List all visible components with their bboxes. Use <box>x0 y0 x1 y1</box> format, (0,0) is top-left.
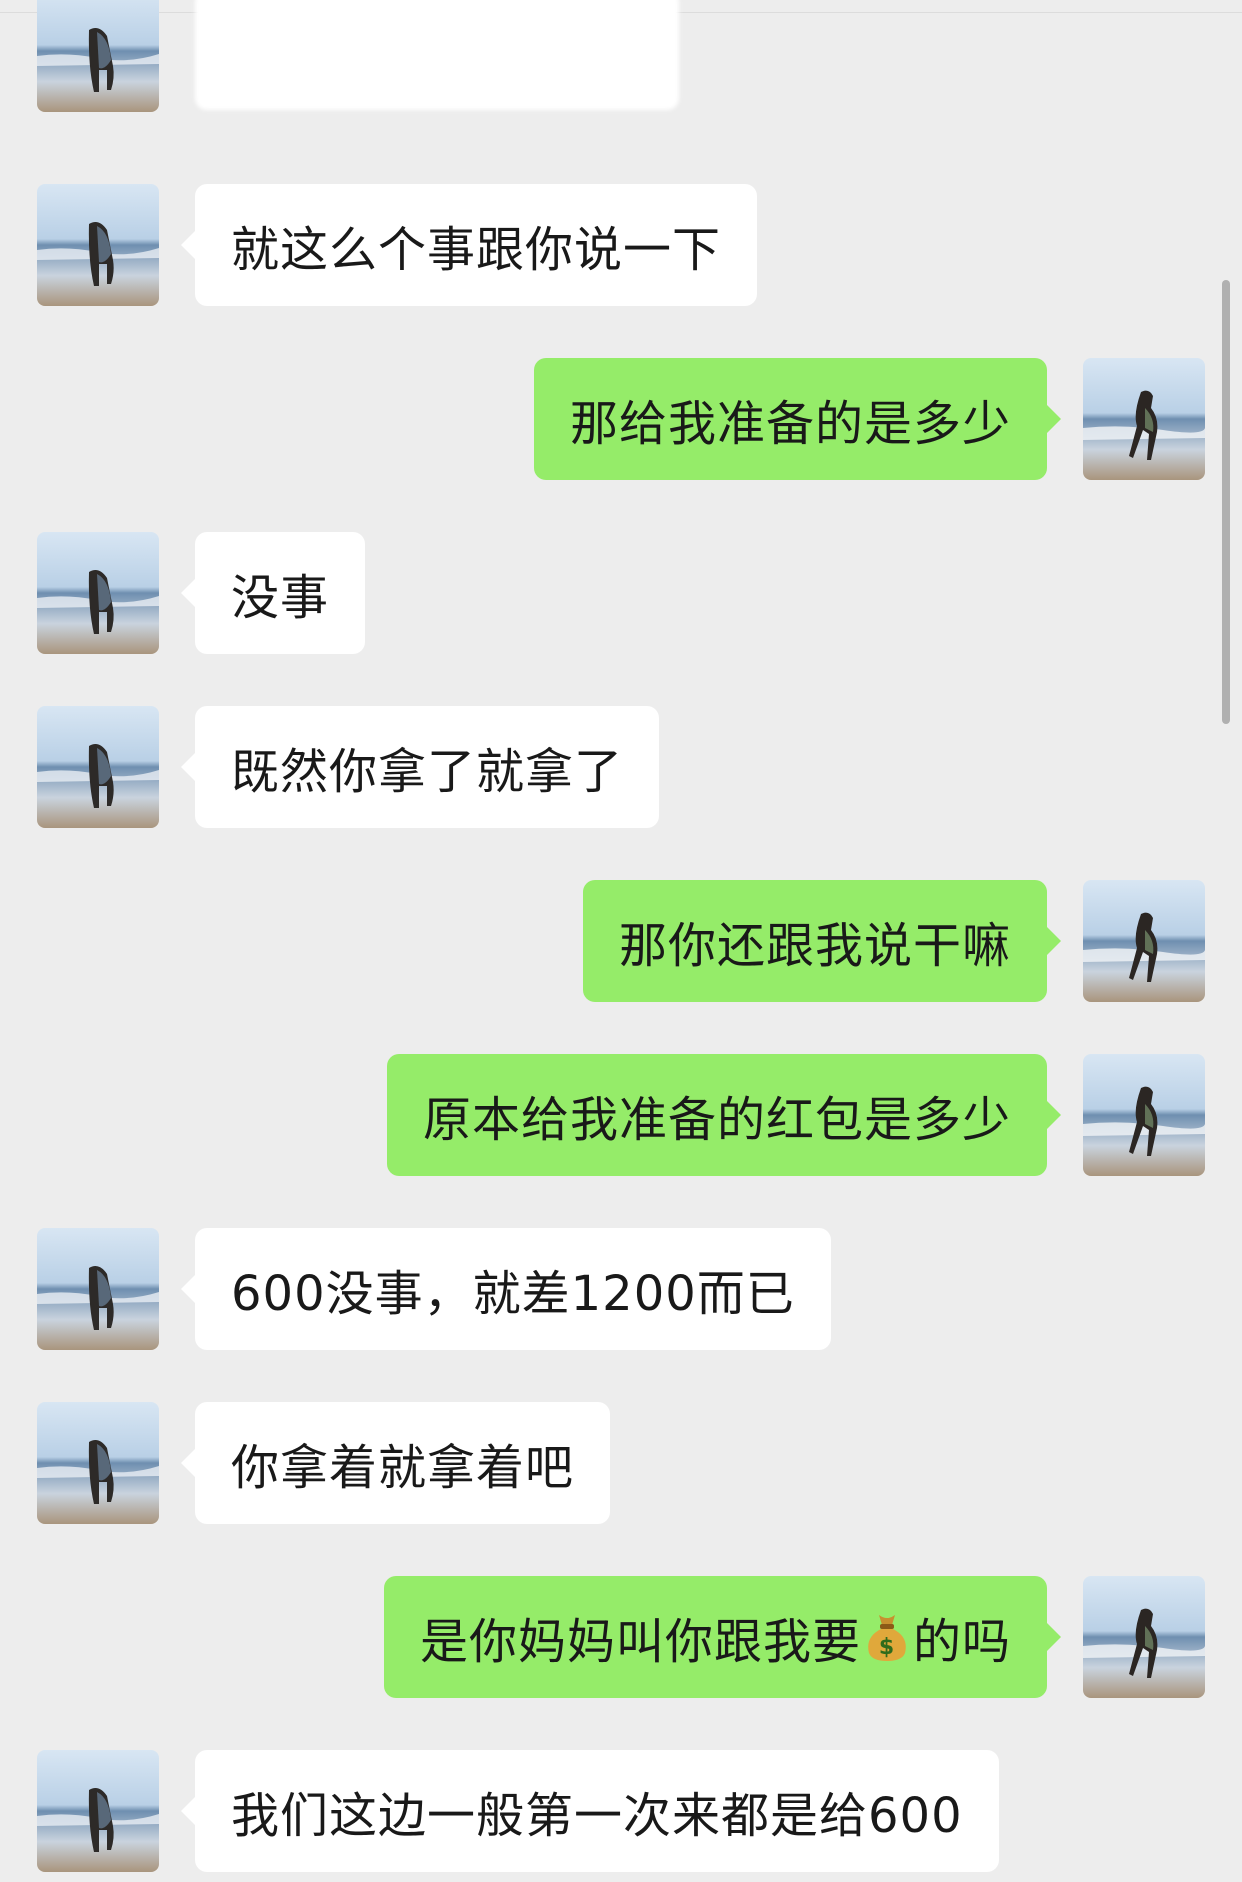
my-avatar[interactable] <box>1083 880 1205 1002</box>
message-text-part: 是你妈妈叫你跟我要 <box>419 1614 861 1670</box>
contact-avatar[interactable] <box>37 0 159 112</box>
message-text-part: 的吗 <box>912 1614 1011 1670</box>
message-bubble-incoming[interactable]: 600没事，就差1200而已 <box>181 1228 831 1350</box>
message-bubble-incoming[interactable]: 你拿着就拿着吧 <box>180 1402 611 1524</box>
contact-avatar[interactable] <box>37 532 159 654</box>
message-bubble-outgoing[interactable]: 是你妈妈叫你跟我要 $ 的吗 <box>383 1576 1062 1698</box>
my-avatar[interactable] <box>1083 1576 1205 1698</box>
my-avatar[interactable] <box>1083 358 1205 480</box>
contact-avatar[interactable] <box>37 1402 159 1524</box>
contact-avatar[interactable] <box>37 1750 159 1872</box>
scrollbar[interactable] <box>1222 280 1230 724</box>
message-bubble-outgoing[interactable]: 原本给我准备的红包是多少 <box>386 1054 1062 1176</box>
my-avatar[interactable] <box>1083 1054 1205 1176</box>
message-bubble-incoming[interactable]: 我们这边一般第一次来都是给600 <box>181 1750 999 1872</box>
message-bubble-blurred[interactable] <box>195 0 679 110</box>
svg-text:$: $ <box>879 1635 895 1660</box>
contact-avatar[interactable] <box>37 1228 159 1350</box>
message-bubble-outgoing[interactable]: 那给我准备的是多少 <box>533 358 1062 480</box>
contact-avatar[interactable] <box>37 184 159 306</box>
money-bag-icon: $ <box>865 1611 909 1663</box>
message-bubble-incoming[interactable]: 就这么个事跟你说一下 <box>180 184 758 306</box>
contact-avatar[interactable] <box>37 706 159 828</box>
message-bubble-outgoing[interactable]: 那你还跟我说干嘛 <box>582 880 1062 1002</box>
message-bubble-incoming[interactable]: 没事 <box>180 532 366 654</box>
message-bubble-incoming[interactable]: 既然你拿了就拿了 <box>180 706 660 828</box>
